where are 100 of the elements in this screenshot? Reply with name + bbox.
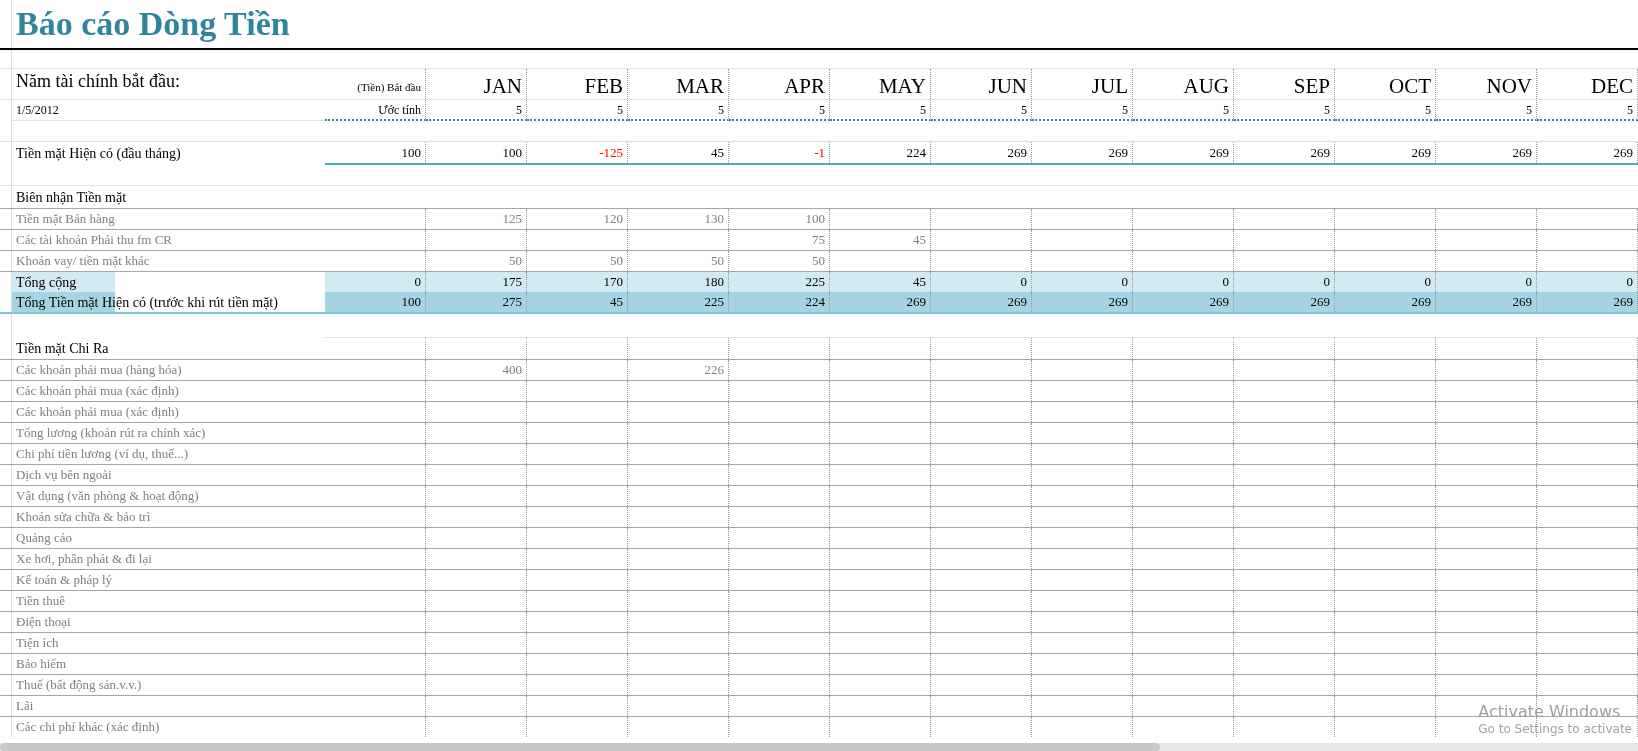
row-label: Xe hơi, phân phát & đi lại: [16, 550, 152, 569]
table-cell-text: 225: [704, 293, 724, 312]
table-cell-text: -125: [599, 143, 623, 162]
row-label: Các khoản phải mua (xác định): [16, 382, 179, 401]
table-cell-text: 100: [805, 210, 825, 229]
table-cell-text: 0: [1424, 273, 1431, 292]
fiscal-year-label: Năm tài chính bắt đầu:: [16, 70, 180, 93]
row-label: Các khoản phải mua (xác định): [16, 403, 179, 422]
table-cell-text: 269: [1310, 293, 1330, 312]
table-cell-text: 275: [502, 293, 522, 312]
table-cell-text: 225: [805, 273, 825, 292]
table-cell-text: 0: [1020, 273, 1027, 292]
row-label: Bảo hiểm: [16, 655, 67, 674]
month-heading: AUG: [1183, 72, 1229, 99]
table-cell-text: 269: [1512, 143, 1532, 162]
row-label: Tiền thuê: [16, 592, 65, 611]
column-heading: (Tiền) Bắt đầu: [357, 79, 421, 95]
estimate-value: 5: [819, 101, 825, 119]
row-label: Kế toán & pháp lý: [16, 571, 113, 590]
estimate-value: 5: [516, 101, 522, 119]
table-cell-text: 100: [502, 143, 522, 162]
table-cell-text: 269: [1209, 143, 1229, 162]
row-label: Các khoản phải mua (hàng hóa): [16, 361, 182, 380]
table-cell-text: 269: [1310, 143, 1330, 162]
row-label: Lãi: [16, 697, 34, 716]
table-cell-text: 180: [704, 273, 724, 292]
table-cell-text: 75: [812, 231, 825, 250]
table-cell-text: 269: [906, 293, 926, 312]
row-label: Tiền mặt Bán hàng: [16, 210, 115, 229]
row-label: Tổng lương (khoản rút ra chính xác): [16, 424, 206, 443]
table-cell-text: 50: [711, 252, 724, 271]
table-cell-text: 0: [1626, 273, 1633, 292]
month-heading: MAR: [676, 72, 724, 99]
table-cell-text: 0: [1525, 273, 1532, 292]
table-cell-text: 269: [1613, 293, 1633, 312]
estimate-value: 5: [1324, 101, 1330, 119]
table-cell-text: 269: [1613, 143, 1633, 162]
section-heading: Tiền mặt Chi Ra: [16, 339, 109, 358]
table-cell-text: 269: [1108, 143, 1128, 162]
month-heading: APR: [784, 72, 825, 99]
month-heading: FEB: [584, 72, 623, 99]
row-label: Quảng cáo: [16, 529, 72, 548]
month-heading: DEC: [1591, 72, 1633, 99]
row-label: Vật dụng (văn phòng & hoạt động): [16, 487, 199, 506]
estimate-value: 5: [1627, 101, 1633, 119]
month-heading: JAN: [483, 72, 522, 99]
estimate-value: 5: [1526, 101, 1532, 119]
scrollbar-thumb[interactable]: [0, 743, 1160, 751]
estimate-value: 5: [1223, 101, 1229, 119]
estimate-value: 5: [718, 101, 724, 119]
table-cell-text: 269: [1411, 143, 1431, 162]
table-cell-text: 269: [1512, 293, 1532, 312]
table-cell-text: 120: [603, 210, 623, 229]
table-cell-text: 0: [1121, 273, 1128, 292]
table-cell-text: 226: [704, 361, 724, 380]
month-heading: JUL: [1091, 72, 1128, 99]
activation-subtitle: Go to Settings to activate: [1478, 722, 1632, 737]
row-label: Tổng cộng: [12, 272, 115, 292]
table-cell-text: 45: [711, 143, 724, 162]
month-heading: JUN: [988, 72, 1027, 99]
row-label: Dịch vụ bên ngoài: [16, 466, 112, 485]
table-cell-text: 269: [1007, 143, 1027, 162]
row-label: Tiện ích: [16, 634, 59, 653]
month-heading: SEP: [1293, 72, 1330, 99]
table-cell-text: 50: [610, 252, 623, 271]
row-label: Thuế (bất động sản.v.v.): [16, 676, 142, 695]
row-label: Tiền mặt Hiện có (đầu tháng): [16, 145, 181, 163]
table-cell-text: 45: [913, 273, 926, 292]
table-cell-text: 269: [1209, 293, 1229, 312]
table-cell-text: 100: [401, 143, 421, 162]
estimate-value: 5: [1425, 101, 1431, 119]
row-label: Các tài khoản Phải thu fm CR: [16, 231, 172, 250]
table-cell-text: -1: [814, 143, 825, 162]
table-cell-text: 45: [610, 293, 623, 312]
table-cell-text: 50: [812, 252, 825, 271]
table-cell-text: 170: [603, 273, 623, 292]
month-heading: NOV: [1486, 72, 1532, 99]
row-label: Khoản sửa chữa & bảo trì: [16, 508, 151, 527]
table-cell-text: 269: [1007, 293, 1027, 312]
table-cell-text: 130: [704, 210, 724, 229]
table-cell-text: 50: [509, 252, 522, 271]
table-cell-text: 269: [1411, 293, 1431, 312]
table-cell-text: 0: [414, 273, 421, 292]
table-cell-text: 0: [1323, 273, 1330, 292]
estimate-value: 5: [1021, 101, 1027, 119]
row-label: Điện thoại: [16, 613, 71, 632]
estimate-value: 5: [1122, 101, 1128, 119]
table-cell-text: 0: [1222, 273, 1229, 292]
fiscal-year-date: 1/5/2012: [16, 102, 59, 119]
table-cell-text: 100: [401, 293, 421, 312]
estimate-value: 5: [617, 101, 623, 119]
month-heading: OCT: [1389, 72, 1431, 99]
report-title: Báo cáo Dòng Tiền: [16, 7, 290, 41]
activation-title: Activate Windows: [1478, 702, 1621, 722]
horizontal-scrollbar[interactable]: [0, 743, 1638, 751]
table-cell-text: 269: [1108, 293, 1128, 312]
section-heading: Biên nhận Tiền mặt: [16, 188, 127, 207]
row-label: Chi phí tiền lương (ví dụ, thuế...): [16, 445, 189, 464]
table-cell-text: 45: [913, 231, 926, 250]
table-cell-text: 224: [906, 143, 926, 162]
